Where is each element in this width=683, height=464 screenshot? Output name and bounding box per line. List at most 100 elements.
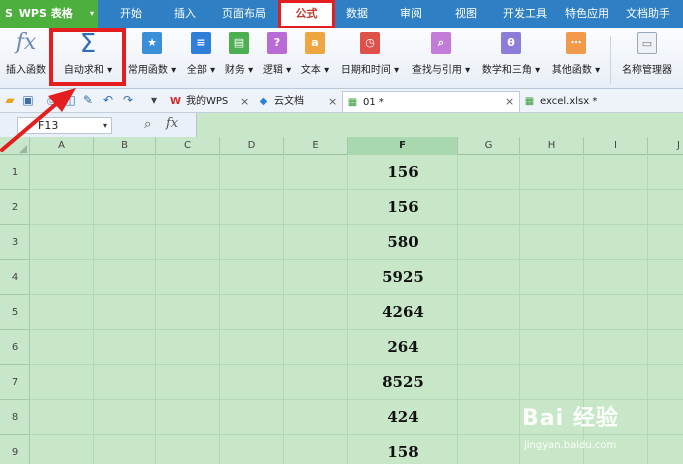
column-header-d[interactable]: D bbox=[220, 137, 284, 155]
logic-button[interactable]: ? 逻辑 ▾ bbox=[258, 28, 296, 89]
cell-f4[interactable]: 5925 bbox=[348, 260, 458, 295]
column-header-e[interactable]: E bbox=[284, 137, 348, 155]
text-label: 文本 ▾ bbox=[300, 65, 330, 76]
zoom-icon[interactable]: ⌕ bbox=[144, 117, 151, 132]
finance-button[interactable]: ▤ 财务 ▾ bbox=[220, 28, 258, 89]
tab-home[interactable]: 开始 bbox=[108, 0, 154, 28]
cell-f8[interactable]: 424 bbox=[348, 400, 458, 435]
undo-icon[interactable]: ↶ bbox=[100, 92, 116, 108]
row-header-9[interactable]: 9 bbox=[0, 435, 30, 464]
highlight-box-formulas bbox=[278, 0, 335, 29]
tab-page-layout[interactable]: 页面布局 bbox=[215, 0, 273, 28]
print-icon[interactable]: ⎙ bbox=[44, 92, 60, 108]
math-trig-button[interactable]: θ 数学和三角 ▾ bbox=[478, 28, 544, 89]
column-header-c[interactable]: C bbox=[156, 137, 220, 155]
column-header-j[interactable]: J bbox=[648, 137, 683, 155]
grid-line bbox=[155, 155, 156, 464]
fx-icon: fx bbox=[15, 30, 37, 55]
column-header-g[interactable]: G bbox=[458, 137, 520, 155]
tab-view[interactable]: 视图 bbox=[443, 0, 489, 28]
formula-input[interactable] bbox=[196, 113, 683, 137]
cell-f1[interactable]: 156 bbox=[348, 155, 458, 190]
wps-spreadsheet-window: S WPS 表格 ▾ 开始 插入 页面布局 公式 数据 审阅 视图 开发工具 特… bbox=[0, 0, 683, 464]
menu-bar: S WPS 表格 ▾ 开始 插入 页面布局 公式 数据 审阅 视图 开发工具 特… bbox=[0, 0, 683, 29]
tab-doc-assistant[interactable]: 文档助手 bbox=[620, 0, 676, 28]
star-book-icon: ★ bbox=[142, 32, 162, 54]
grid-line bbox=[283, 155, 284, 464]
save-icon[interactable]: ▣ bbox=[20, 92, 36, 108]
tab-file-01-label: 01 * bbox=[363, 97, 384, 108]
common-functions-button[interactable]: ★ 常用函数 ▾ bbox=[124, 28, 180, 89]
tab-my-wps-label: 我的WPS bbox=[186, 96, 229, 107]
other-functions-button[interactable]: ⋯ 其他函数 ▾ bbox=[546, 28, 606, 89]
row-header-bar: 1 2 3 4 5 6 7 8 9 bbox=[0, 155, 30, 464]
chevron-down-icon: ▾ bbox=[102, 121, 107, 130]
app-menu-button[interactable]: S WPS 表格 ▾ bbox=[0, 0, 98, 28]
row-header-5[interactable]: 5 bbox=[0, 295, 30, 330]
logic-label: 逻辑 ▾ bbox=[262, 65, 292, 76]
tab-review[interactable]: 审阅 bbox=[388, 0, 434, 28]
text-book-icon: a bbox=[305, 32, 325, 54]
all-functions-button[interactable]: ≡ 全部 ▾ bbox=[182, 28, 220, 89]
clock-book-icon: ◷ bbox=[360, 32, 380, 54]
chevron-down-icon: ▾ bbox=[89, 9, 94, 18]
math-trig-label: 数学和三角 ▾ bbox=[481, 65, 541, 76]
select-all-corner[interactable] bbox=[0, 137, 30, 155]
row-header-4[interactable]: 4 bbox=[0, 260, 30, 295]
text-button[interactable]: a 文本 ▾ bbox=[296, 28, 334, 89]
cloud-doc-icon: ◆ bbox=[259, 96, 268, 107]
tab-data[interactable]: 数据 bbox=[334, 0, 380, 28]
formula-bar: F13 ▾ ⌕ fx bbox=[0, 113, 683, 137]
tab-special-apps[interactable]: 特色应用 bbox=[559, 0, 615, 28]
row-header-1[interactable]: 1 bbox=[0, 155, 30, 190]
fx-icon[interactable]: fx bbox=[166, 116, 178, 131]
paint-icon[interactable]: ✎ bbox=[80, 92, 96, 108]
column-header-f[interactable]: F bbox=[348, 137, 458, 155]
insert-function-label: 插入函数 bbox=[6, 65, 46, 76]
logic-book-icon: ? bbox=[267, 32, 287, 54]
column-header-a[interactable]: A bbox=[30, 137, 94, 155]
date-time-label: 日期和时间 ▾ bbox=[340, 65, 400, 76]
cell-f6[interactable]: 264 bbox=[348, 330, 458, 365]
column-header-bar: A B C D E F G H I J bbox=[0, 137, 683, 155]
redo-icon[interactable]: ↷ bbox=[120, 92, 136, 108]
grid-line bbox=[219, 155, 220, 464]
app-name: WPS 表格 bbox=[18, 7, 73, 20]
row-header-3[interactable]: 3 bbox=[0, 225, 30, 260]
lookup-reference-label: 查找与引用 ▾ bbox=[411, 65, 471, 76]
tab-excel-xlsx[interactable]: ▦ excel.xlsx * bbox=[520, 91, 680, 112]
row-header-7[interactable]: 7 bbox=[0, 365, 30, 400]
cell-f5[interactable]: 4264 bbox=[348, 295, 458, 330]
list-book-icon: ≡ bbox=[191, 32, 211, 54]
close-icon[interactable]: × bbox=[505, 91, 514, 112]
lookup-reference-button[interactable]: ⌕ 查找与引用 ▾ bbox=[406, 28, 476, 89]
tab-insert[interactable]: 插入 bbox=[162, 0, 208, 28]
print-preview-icon[interactable]: ◫ bbox=[62, 92, 78, 108]
other-book-icon: ⋯ bbox=[566, 32, 586, 54]
finance-label: 财务 ▾ bbox=[224, 65, 254, 76]
cell-f7[interactable]: 8525 bbox=[348, 365, 458, 400]
tab-file-01[interactable]: ▦ 01 * bbox=[342, 91, 520, 112]
column-header-b[interactable]: B bbox=[94, 137, 156, 155]
name-box[interactable]: F13 ▾ bbox=[17, 117, 112, 134]
open-folder-icon[interactable]: ▰ bbox=[2, 92, 18, 108]
cell-f9[interactable]: 158 bbox=[348, 435, 458, 464]
wps-logo-icon: S bbox=[5, 7, 13, 20]
column-header-h[interactable]: H bbox=[520, 137, 584, 155]
tab-developer[interactable]: 开发工具 bbox=[497, 0, 553, 28]
close-icon[interactable]: × bbox=[328, 91, 337, 112]
date-time-button[interactable]: ◷ 日期和时间 ▾ bbox=[336, 28, 404, 89]
watermark-url: jingyan.baidu.com bbox=[524, 440, 617, 451]
name-manager-button[interactable]: ▭ 名称管理器 bbox=[616, 28, 678, 89]
row-header-8[interactable]: 8 bbox=[0, 400, 30, 435]
column-header-i[interactable]: I bbox=[584, 137, 648, 155]
close-icon[interactable]: × bbox=[240, 91, 249, 112]
name-manager-icon: ▭ bbox=[637, 32, 657, 54]
cell-f2[interactable]: 156 bbox=[348, 190, 458, 225]
cell-f3[interactable]: 580 bbox=[348, 225, 458, 260]
customize-dropdown-icon[interactable]: ▾ bbox=[146, 92, 162, 108]
row-header-2[interactable]: 2 bbox=[0, 190, 30, 225]
insert-function-button[interactable]: fx 插入函数 bbox=[4, 28, 48, 89]
row-header-6[interactable]: 6 bbox=[0, 330, 30, 365]
tab-cloud-docs-label: 云文档 bbox=[274, 96, 304, 107]
